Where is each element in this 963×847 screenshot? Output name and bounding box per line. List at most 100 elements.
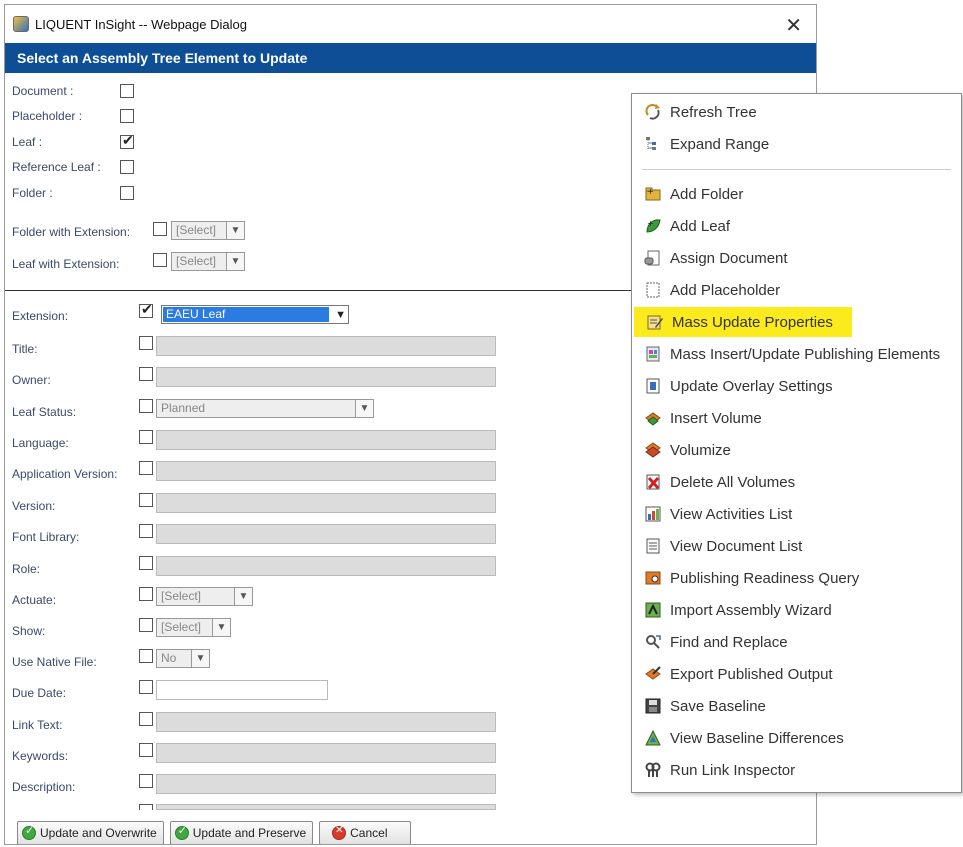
svg-text:+: + (647, 187, 654, 196)
folder-extension-checkbox[interactable] (153, 222, 167, 236)
use-native-file-checkbox[interactable] (139, 649, 153, 663)
chevron-down-icon: ▼ (226, 253, 244, 270)
menu-item-label: Save Baseline (670, 697, 766, 715)
extension-select[interactable]: EAEU Leaf ▼ (161, 305, 349, 324)
menu-item-add-folder[interactable]: + Add Folder (632, 179, 961, 209)
menu-item-mass-update-properties[interactable]: Mass Update Properties (634, 307, 852, 337)
folder-checkbox[interactable] (120, 186, 134, 200)
description-checkbox[interactable] (139, 774, 153, 788)
menu-item-import-assembly-wizard[interactable]: Import Assembly Wizard (632, 595, 961, 625)
menu-item-label: Export Published Output (670, 665, 833, 683)
menu-item-view-activities-list[interactable]: View Activities List (632, 499, 961, 529)
actuate-label: Actuate: (12, 593, 57, 607)
update-and-overwrite-button[interactable]: Update and Overwrite (17, 821, 164, 844)
menu-item-label: Mass Update Properties (672, 313, 833, 331)
description-label: Description: (12, 780, 76, 794)
menu-item-label: Add Folder (670, 185, 744, 203)
font-library-checkbox[interactable] (139, 524, 153, 538)
description-input[interactable] (156, 774, 496, 794)
menu-item-label: Add Leaf (670, 217, 731, 235)
leaf-status-checkbox[interactable] (139, 399, 153, 413)
version-checkbox[interactable] (139, 493, 153, 507)
add-leaf-icon: + (644, 217, 662, 235)
dialog-header: Select an Assembly Tree Element to Updat… (5, 43, 816, 73)
link-text-input[interactable] (156, 712, 496, 732)
cancel-button[interactable]: Cancel (319, 821, 411, 844)
language-checkbox[interactable] (139, 430, 153, 444)
document-checkbox[interactable] (120, 84, 134, 98)
leaf-extension-select-value: [Select] (176, 254, 217, 268)
leaf-status-select[interactable]: Planned ▼ (156, 399, 374, 418)
menu-item-refresh-tree[interactable]: Refresh Tree (632, 97, 961, 127)
use-native-file-select[interactable]: No ▼ (156, 649, 210, 668)
application-version-checkbox[interactable] (139, 461, 153, 475)
owner-checkbox[interactable] (139, 367, 153, 381)
placeholder-label: Placeholder : (12, 109, 83, 123)
show-checkbox[interactable] (139, 618, 153, 632)
menu-item-add-placeholder[interactable]: Add Placeholder (632, 275, 961, 305)
keywords-checkbox[interactable] (139, 743, 153, 757)
actuate-select[interactable]: [Select] ▼ (156, 587, 253, 606)
title-label: Title: (12, 342, 38, 356)
folder-label: Folder : (12, 186, 53, 200)
menu-item-view-document-list[interactable]: View Document List (632, 531, 961, 561)
menu-item-run-link-inspector[interactable]: Run Link Inspector (632, 755, 961, 785)
title-checkbox[interactable] (139, 336, 153, 350)
update-and-preserve-label: Update and Preserve (192, 826, 307, 840)
update-and-preserve-button[interactable]: Update and Preserve (169, 821, 314, 844)
due-date-checkbox[interactable] (139, 680, 153, 694)
menu-item-assign-document[interactable]: Assign Document (632, 243, 961, 273)
show-select[interactable]: [Select] ▼ (156, 618, 231, 637)
extension-label: Extension: (12, 309, 69, 323)
reference-leaf-checkbox[interactable] (120, 160, 134, 174)
extra-input[interactable] (156, 804, 496, 810)
add-placeholder-icon (644, 281, 662, 299)
folder-extension-select[interactable]: [Select] ▼ (171, 221, 245, 240)
version-input[interactable] (156, 493, 496, 513)
title-input[interactable] (156, 336, 496, 356)
menu-item-save-baseline[interactable]: Save Baseline (632, 691, 961, 721)
keywords-input[interactable] (156, 743, 496, 763)
application-version-input[interactable] (156, 461, 496, 481)
menu-item-expand-range[interactable]: Expand Range (632, 129, 961, 159)
document-list-icon (644, 537, 662, 555)
menu-item-delete-all-volumes[interactable]: Delete All Volumes (632, 467, 961, 497)
language-input[interactable] (156, 430, 496, 450)
owner-input[interactable] (156, 367, 496, 387)
menu-item-update-overlay-settings[interactable]: Update Overlay Settings (632, 371, 961, 401)
overlay-settings-icon (644, 377, 662, 395)
menu-item-insert-volume[interactable]: Insert Volume (632, 403, 961, 433)
menu-item-volumize[interactable]: Volumize (632, 435, 961, 465)
find-replace-icon (644, 633, 662, 651)
font-library-input[interactable] (156, 524, 496, 544)
dialog-titlebar: LIQUENT InSight -- Webpage Dialog ✕ (5, 5, 816, 43)
due-date-input[interactable] (156, 680, 328, 700)
extension-checkbox[interactable] (139, 301, 153, 318)
menu-item-view-baseline-differences[interactable]: View Baseline Differences (632, 723, 961, 753)
role-checkbox[interactable] (139, 556, 153, 570)
leaf-status-select-value: Planned (161, 401, 206, 415)
leaf-checkbox[interactable] (120, 132, 134, 149)
menu-item-add-leaf[interactable]: + Add Leaf (632, 211, 961, 241)
menu-item-label: Import Assembly Wizard (670, 601, 832, 619)
close-icon[interactable]: ✕ (785, 13, 802, 38)
menu-item-mass-insert-publishing-elements[interactable]: Mass Insert/Update Publishing Elements (632, 339, 961, 369)
placeholder-checkbox[interactable] (120, 109, 134, 123)
readiness-query-icon (644, 569, 662, 587)
menu-item-export-published-output[interactable]: Export Published Output (632, 659, 961, 689)
link-text-checkbox[interactable] (139, 712, 153, 726)
actuate-checkbox[interactable] (139, 587, 153, 601)
activities-list-icon (644, 505, 662, 523)
leaf-extension-checkbox[interactable] (153, 253, 167, 267)
menu-item-label: View Activities List (670, 505, 793, 523)
role-input[interactable] (156, 556, 496, 576)
menu-item-publishing-readiness-query[interactable]: Publishing Readiness Query (632, 563, 961, 593)
insert-volume-icon (644, 409, 662, 427)
extra-checkbox[interactable] (139, 804, 153, 810)
menu-item-find-and-replace[interactable]: Find and Replace (632, 627, 961, 657)
assign-document-icon (644, 249, 662, 267)
leaf-extension-select[interactable]: [Select] ▼ (171, 252, 245, 271)
font-library-label: Font Library: (12, 530, 80, 544)
menu-item-label: Run Link Inspector (670, 761, 796, 779)
baseline-diff-icon (644, 729, 662, 747)
